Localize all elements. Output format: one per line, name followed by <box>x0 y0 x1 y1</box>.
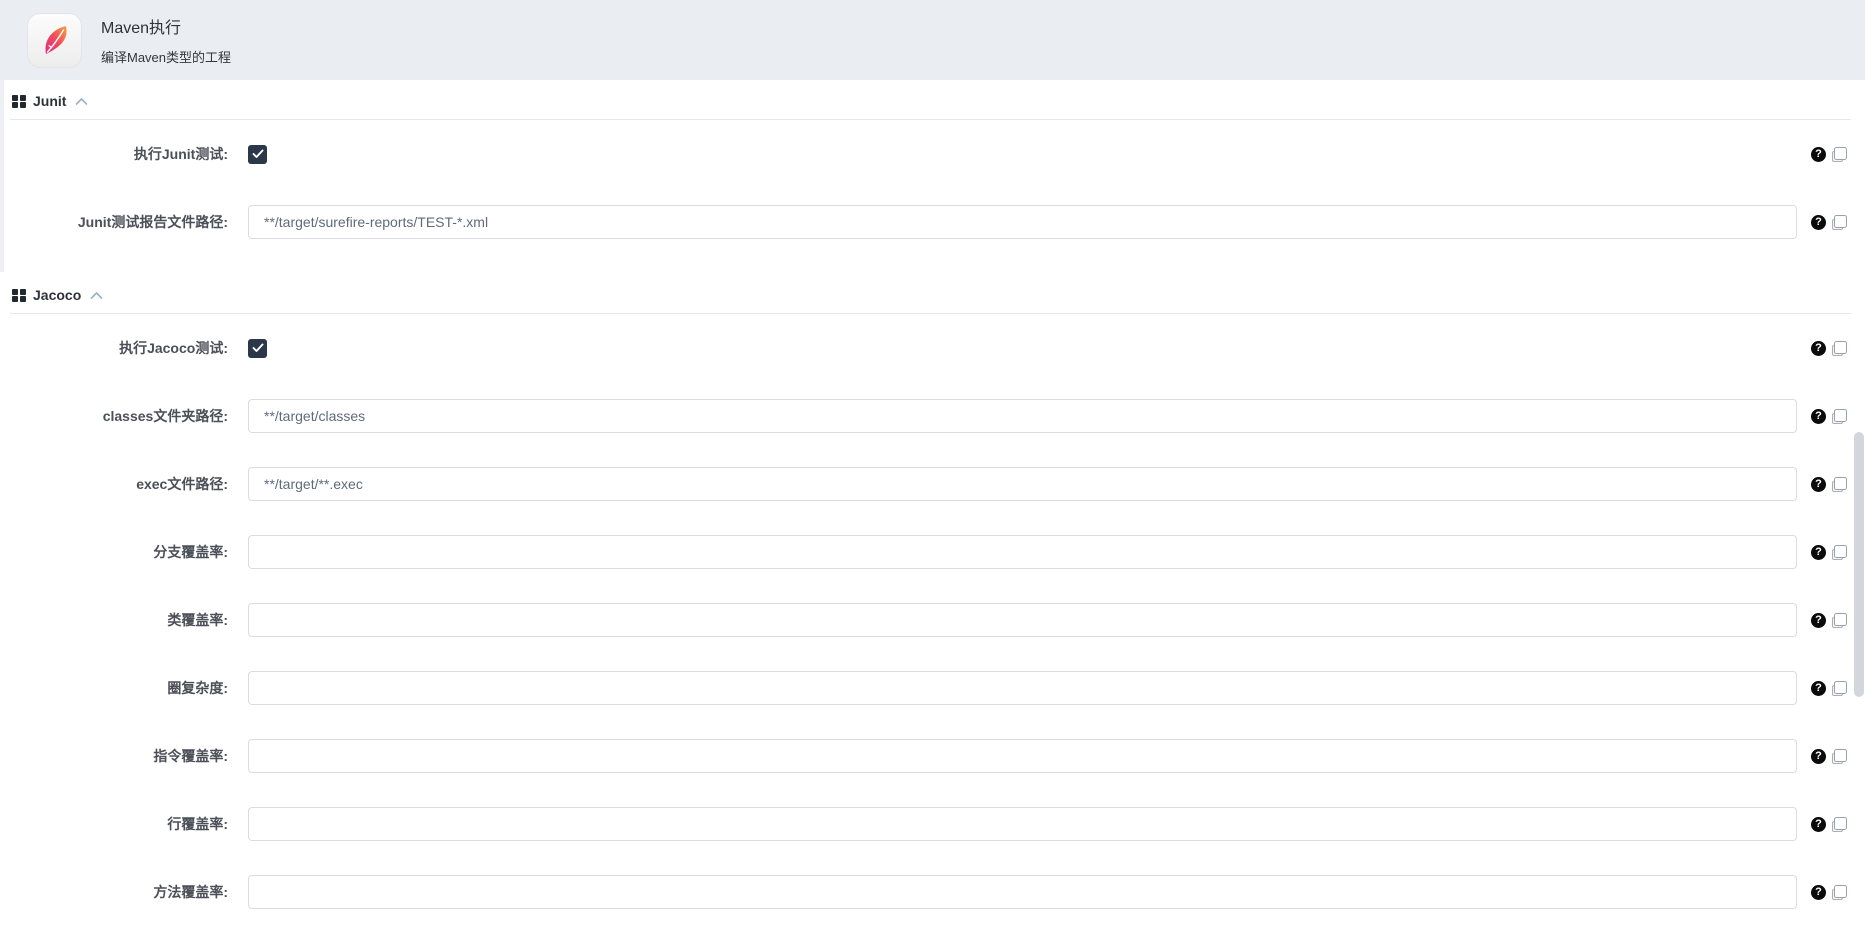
copy-icon[interactable] <box>1832 214 1847 230</box>
section-title: Jacoco <box>33 287 82 303</box>
form-row-instruction-coverage: 指令覆盖率: ? <box>0 722 1865 790</box>
copy-icon[interactable] <box>1832 340 1847 356</box>
branch-coverage-label: 分支覆盖率: <box>153 544 228 560</box>
section-grid-icon <box>12 288 26 302</box>
help-icon[interactable]: ? <box>1811 340 1826 356</box>
help-icon[interactable]: ? <box>1811 214 1826 230</box>
form-row-line-coverage: 行覆盖率: ? <box>0 790 1865 858</box>
form-sections: Junit 执行Junit测试: ? Junit测试报告文件路径: ? Jaco… <box>0 86 1865 925</box>
page-title: Maven执行 <box>101 20 182 37</box>
plugin-header: Maven执行 编译Maven类型的工程 <box>0 0 1865 80</box>
form-row-run-junit-test: 执行Junit测试: ? <box>0 120 1865 188</box>
chevron-up-icon[interactable] <box>75 97 88 106</box>
run-junit-test-label: 执行Junit测试: <box>133 146 228 162</box>
form-row-run-jacoco-test: 执行Jacoco测试: ? <box>0 314 1865 382</box>
maven-feather-graphic <box>44 26 67 54</box>
help-icon[interactable]: ? <box>1811 748 1826 764</box>
section-junit: Junit 执行Junit测试: ? Junit测试报告文件路径: ? <box>0 86 1865 256</box>
help-icon[interactable]: ? <box>1811 544 1826 560</box>
vertical-scrollbar[interactable] <box>1854 432 1864 697</box>
form-row-branch-coverage: 分支覆盖率: ? <box>0 518 1865 586</box>
copy-icon[interactable] <box>1832 748 1847 764</box>
section-header-jacoco[interactable]: Jacoco <box>12 280 1865 310</box>
left-scroll-track-remnant <box>0 80 4 272</box>
exec-file-path-input[interactable] <box>248 467 1797 501</box>
instruction-coverage-label: 指令覆盖率: <box>153 748 228 764</box>
help-icon[interactable]: ? <box>1811 884 1826 900</box>
help-icon[interactable]: ? <box>1811 476 1826 492</box>
help-icon[interactable]: ? <box>1811 680 1826 696</box>
cyclomatic-complexity-input[interactable] <box>248 671 1797 705</box>
page-subtitle: 编译Maven类型的工程 <box>101 50 232 65</box>
method-coverage-label: 方法覆盖率: <box>153 884 228 900</box>
copy-icon[interactable] <box>1832 544 1847 560</box>
copy-icon[interactable] <box>1832 816 1847 832</box>
run-jacoco-test-checkbox[interactable] <box>248 338 267 358</box>
branch-coverage-input[interactable] <box>248 535 1797 569</box>
section-header-junit[interactable]: Junit <box>12 86 1865 116</box>
line-coverage-input[interactable] <box>248 807 1797 841</box>
help-icon[interactable]: ? <box>1811 408 1826 424</box>
help-icon[interactable]: ? <box>1811 612 1826 628</box>
form-row-class-coverage: 类覆盖率: ? <box>0 586 1865 654</box>
copy-icon[interactable] <box>1832 146 1847 162</box>
section-grid-icon <box>12 94 26 108</box>
exec-file-path-label: exec文件路径: <box>136 476 228 492</box>
copy-icon[interactable] <box>1832 476 1847 492</box>
form-row-method-coverage: 方法覆盖率: ? <box>0 858 1865 925</box>
instruction-coverage-input[interactable] <box>248 739 1797 773</box>
copy-icon[interactable] <box>1832 884 1847 900</box>
method-coverage-input[interactable] <box>248 875 1797 909</box>
classes-folder-path-label: classes文件夹路径: <box>102 408 228 424</box>
run-junit-test-checkbox[interactable] <box>248 144 267 164</box>
chevron-up-icon[interactable] <box>90 291 103 300</box>
help-icon[interactable]: ? <box>1811 146 1826 162</box>
line-coverage-label: 行覆盖率: <box>167 816 228 832</box>
form-row-junit-report-path: Junit测试报告文件路径: ? <box>0 188 1865 256</box>
copy-icon[interactable] <box>1832 408 1847 424</box>
form-row-cyclomatic-complexity: 圈复杂度: ? <box>0 654 1865 722</box>
copy-icon[interactable] <box>1832 680 1847 696</box>
help-icon[interactable]: ? <box>1811 816 1826 832</box>
classes-folder-path-input[interactable] <box>248 399 1797 433</box>
form-row-exec-file-path: exec文件路径: ? <box>0 450 1865 518</box>
class-coverage-label: 类覆盖率: <box>167 612 228 628</box>
junit-report-path-input[interactable] <box>248 205 1797 239</box>
run-jacoco-test-label: 执行Jacoco测试: <box>119 340 228 356</box>
maven-feather-icon <box>27 12 82 68</box>
section-title: Junit <box>33 93 67 109</box>
cyclomatic-complexity-label: 圈复杂度: <box>167 680 228 696</box>
form-row-classes-folder-path: classes文件夹路径: ? <box>0 382 1865 450</box>
section-jacoco: Jacoco 执行Jacoco测试: ? classes文件夹路径: ? exe… <box>0 280 1865 925</box>
copy-icon[interactable] <box>1832 612 1847 628</box>
junit-report-path-label: Junit测试报告文件路径: <box>77 214 228 230</box>
class-coverage-input[interactable] <box>248 603 1797 637</box>
